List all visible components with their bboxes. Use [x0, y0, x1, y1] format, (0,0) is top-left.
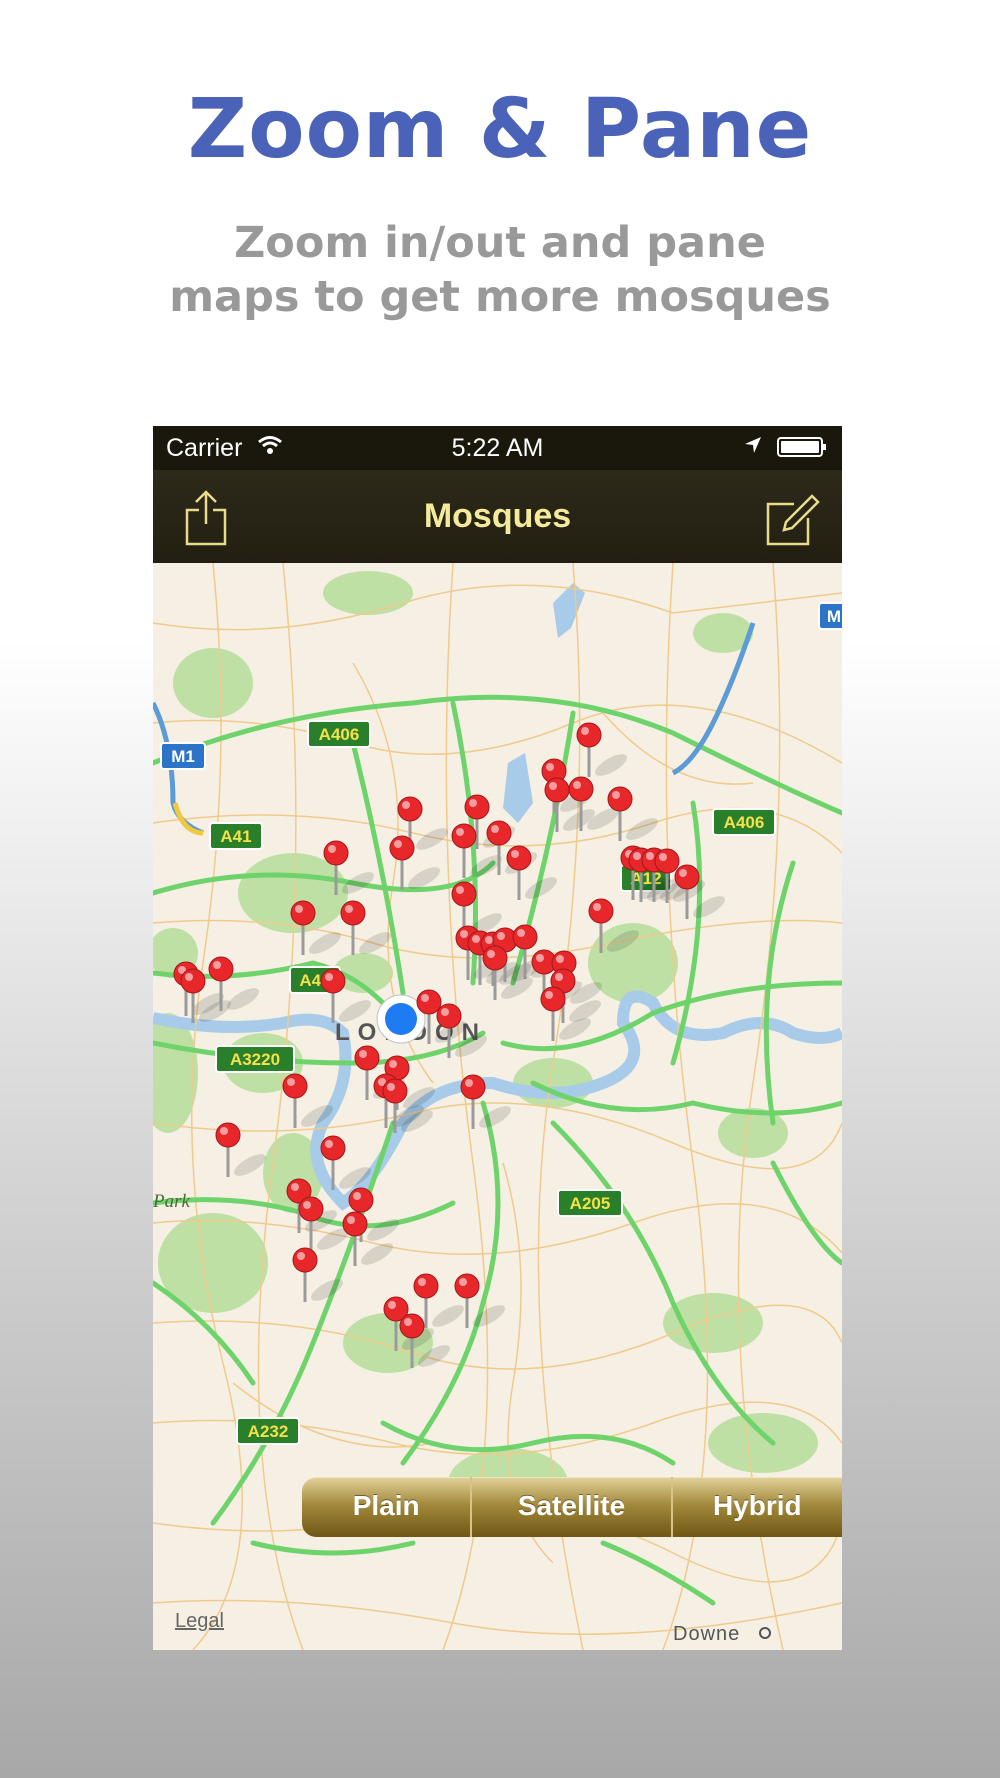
road-label-a232: A232 — [248, 1422, 289, 1441]
road-label-a41: A41 — [220, 827, 251, 846]
road-label-m-east: M — [827, 607, 841, 626]
status-time: 5:22 AM — [451, 434, 544, 462]
promo-subtitle-line2: maps to get more mosques — [169, 272, 831, 322]
road-label-a205: A205 — [570, 1194, 611, 1213]
segment-satellite[interactable]: Satellite — [472, 1477, 673, 1537]
phone-screen: Carrier 5:22 AM Mosques A406 M1 A41 A406… — [153, 426, 842, 1650]
promo-subtitle-line1: Zoom in/out and pane — [234, 218, 766, 268]
segment-plain[interactable]: Plain — [302, 1477, 473, 1537]
navigation-bar: Mosques — [153, 470, 842, 563]
map-type-segmented-control: Plain Satellite Hybrid — [302, 1477, 842, 1537]
segment-hybrid[interactable]: Hybrid — [673, 1477, 842, 1537]
location-arrow-icon — [745, 437, 761, 453]
road-label-m1: M1 — [171, 747, 195, 766]
road-label-a406-east: A406 — [724, 813, 765, 832]
compose-icon[interactable] — [764, 488, 820, 548]
place-label-park: Park — [153, 1191, 191, 1212]
road-label-a406-west: A406 — [319, 725, 360, 744]
battery-icon — [777, 437, 826, 457]
place-label-downe: Downe — [673, 1623, 740, 1645]
promo-headline: Zoom & Pane — [187, 82, 813, 177]
legal-link[interactable]: Legal — [175, 1610, 224, 1633]
road-label-a3220: A3220 — [230, 1050, 280, 1069]
nav-title: Mosques — [423, 497, 572, 535]
status-bar: Carrier 5:22 AM — [153, 426, 842, 470]
